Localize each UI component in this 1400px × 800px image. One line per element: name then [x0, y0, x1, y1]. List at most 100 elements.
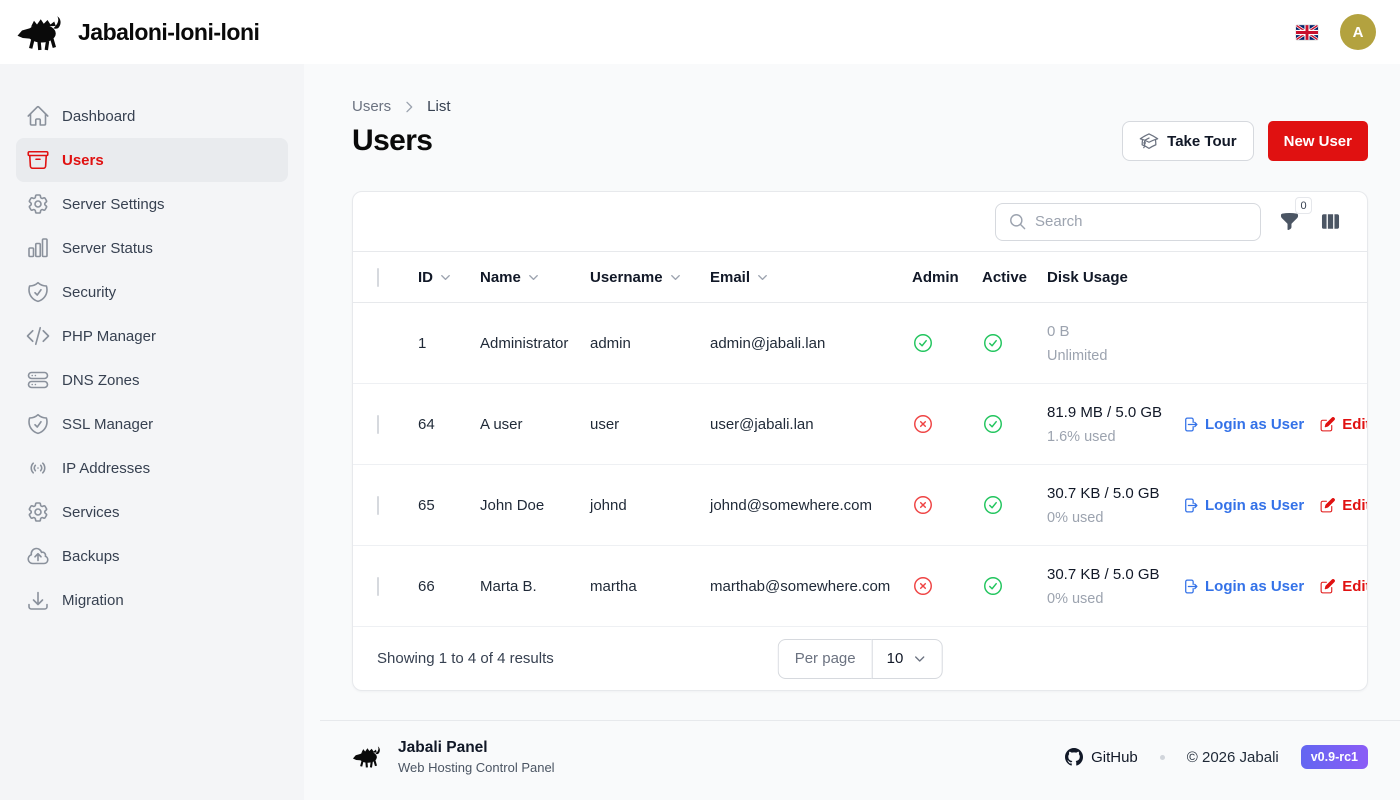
- github-link[interactable]: GitHub: [1065, 748, 1138, 766]
- sidebar-item-label: DNS Zones: [62, 372, 140, 389]
- login-as-user-link[interactable]: Login as User: [1182, 578, 1304, 595]
- login-as-user-link[interactable]: Login as User: [1182, 497, 1304, 514]
- sidebar-item-ssl-manager[interactable]: SSL Manager: [16, 402, 288, 446]
- disk-usage-value: 30.7 KB / 5.0 GB: [1047, 481, 1182, 507]
- disk-usage-detail: Unlimited: [1047, 346, 1182, 367]
- x-circle-icon: [912, 494, 934, 516]
- filter-button[interactable]: 0: [1277, 209, 1302, 234]
- users-table-card: 0 ID Name Username Email Admin Active Di…: [352, 191, 1368, 691]
- check-circle-icon: [912, 332, 934, 354]
- breadcrumb-current: List: [427, 98, 450, 115]
- sidebar-item-backups[interactable]: Backups: [16, 534, 288, 578]
- login-icon: [1182, 416, 1199, 433]
- pencil-square-icon: [1319, 497, 1336, 514]
- filter-count-badge: 0: [1295, 197, 1312, 214]
- brand[interactable]: Jabaloni-loni-loni: [16, 12, 259, 52]
- chevron-down-icon: [911, 651, 927, 667]
- sidebar-item-label: SSL Manager: [62, 416, 153, 433]
- pencil-square-icon: [1319, 578, 1336, 595]
- table-row: 1 Administrator admin admin@jabali.lan 0…: [353, 303, 1367, 384]
- cell-id: 66: [418, 578, 480, 595]
- version-badge[interactable]: v0.9-rc1: [1301, 745, 1368, 769]
- edit-link[interactable]: Edit: [1319, 416, 1367, 433]
- search-input[interactable]: [1035, 213, 1248, 230]
- shield-check-icon: [26, 412, 50, 436]
- gear-icon: [26, 500, 50, 524]
- pencil-square-icon: [1319, 416, 1336, 433]
- sidebar-item-label: Services: [62, 504, 120, 521]
- column-header-email[interactable]: Email: [710, 269, 770, 286]
- cell-username: martha: [590, 578, 710, 595]
- login-icon: [1182, 497, 1199, 514]
- sidebar-item-ip-addresses[interactable]: IP Addresses: [16, 446, 288, 490]
- select-all-checkbox[interactable]: [377, 268, 379, 287]
- footer-tagline: Web Hosting Control Panel: [398, 760, 555, 775]
- per-page-select[interactable]: 10: [872, 639, 943, 679]
- chevron-down-icon: [755, 270, 770, 285]
- bar-chart-icon: [26, 236, 50, 260]
- x-circle-icon: [912, 575, 934, 597]
- sidebar-item-label: PHP Manager: [62, 328, 156, 345]
- edit-link[interactable]: Edit: [1319, 578, 1367, 595]
- login-icon: [1182, 578, 1199, 595]
- server-stack-icon: [26, 368, 50, 392]
- shield-check-icon: [26, 280, 50, 304]
- sidebar-item-migration[interactable]: Migration: [16, 578, 288, 622]
- columns-icon: [1320, 211, 1341, 232]
- row-checkbox[interactable]: [377, 577, 379, 596]
- chevron-down-icon: [526, 270, 541, 285]
- sidebar-item-server-status[interactable]: Server Status: [16, 226, 288, 270]
- copyright-text: © 2026 Jabali: [1187, 749, 1279, 766]
- row-checkbox[interactable]: [377, 496, 379, 515]
- search-icon: [1008, 212, 1027, 231]
- main-content: Users List Users Take Tour New User: [304, 64, 1400, 800]
- sidebar-item-dashboard[interactable]: Dashboard: [16, 94, 288, 138]
- funnel-icon: [1279, 211, 1300, 232]
- check-circle-icon: [982, 332, 1004, 354]
- user-avatar[interactable]: A: [1340, 14, 1376, 50]
- sidebar-item-dns-zones[interactable]: DNS Zones: [16, 358, 288, 402]
- cell-email: marthab@somewhere.com: [710, 578, 912, 595]
- results-summary: Showing 1 to 4 of 4 results: [377, 650, 554, 667]
- sidebar-item-users[interactable]: Users: [16, 138, 288, 182]
- per-page-control: Per page 10: [778, 639, 943, 679]
- sidebar-item-services[interactable]: Services: [16, 490, 288, 534]
- chevron-right-icon: [401, 99, 417, 115]
- breadcrumb-section[interactable]: Users: [352, 98, 391, 115]
- top-bar: Jabaloni-loni-loni A: [0, 0, 1400, 64]
- sidebar-item-server-settings[interactable]: Server Settings: [16, 182, 288, 226]
- column-header-name[interactable]: Name: [480, 269, 541, 286]
- cell-name: Marta B.: [480, 578, 590, 595]
- language-flag-icon[interactable]: [1296, 25, 1318, 40]
- sidebar-item-label: Server Settings: [62, 196, 165, 213]
- per-page-label: Per page: [778, 639, 872, 679]
- cell-email: johnd@somewhere.com: [710, 497, 912, 514]
- table-footer: Showing 1 to 4 of 4 results Per page 10: [353, 627, 1367, 690]
- column-header-admin: Admin: [912, 269, 959, 286]
- column-header-username[interactable]: Username: [590, 269, 683, 286]
- edit-link[interactable]: Edit: [1319, 497, 1367, 514]
- login-as-user-link[interactable]: Login as User: [1182, 416, 1304, 433]
- check-circle-icon: [982, 494, 1004, 516]
- sidebar-item-php-manager[interactable]: PHP Manager: [16, 314, 288, 358]
- chevron-down-icon: [438, 270, 453, 285]
- sidebar-item-label: IP Addresses: [62, 460, 150, 477]
- footer-brand-name: Jabali Panel: [398, 739, 555, 757]
- row-checkbox[interactable]: [377, 415, 379, 434]
- sidebar-item-security[interactable]: Security: [16, 270, 288, 314]
- take-tour-button[interactable]: Take Tour: [1122, 121, 1253, 161]
- table-toolbar: 0: [353, 192, 1367, 251]
- sidebar-item-label: Server Status: [62, 240, 153, 257]
- column-header-id[interactable]: ID: [418, 269, 453, 286]
- table-header-row: ID Name Username Email Admin Active Disk…: [353, 251, 1367, 303]
- table-row: 64 A user user user@jabali.lan 81.9 MB /…: [353, 384, 1367, 465]
- graduation-cap-icon: [1139, 131, 1159, 151]
- gear-icon: [26, 192, 50, 216]
- sidebar-item-label: Security: [62, 284, 116, 301]
- x-circle-icon: [912, 413, 934, 435]
- columns-button[interactable]: [1318, 209, 1343, 234]
- column-header-disk-usage: Disk Usage: [1047, 269, 1128, 286]
- sidebar-item-label: Dashboard: [62, 108, 135, 125]
- new-user-button[interactable]: New User: [1268, 121, 1368, 161]
- cell-id: 65: [418, 497, 480, 514]
